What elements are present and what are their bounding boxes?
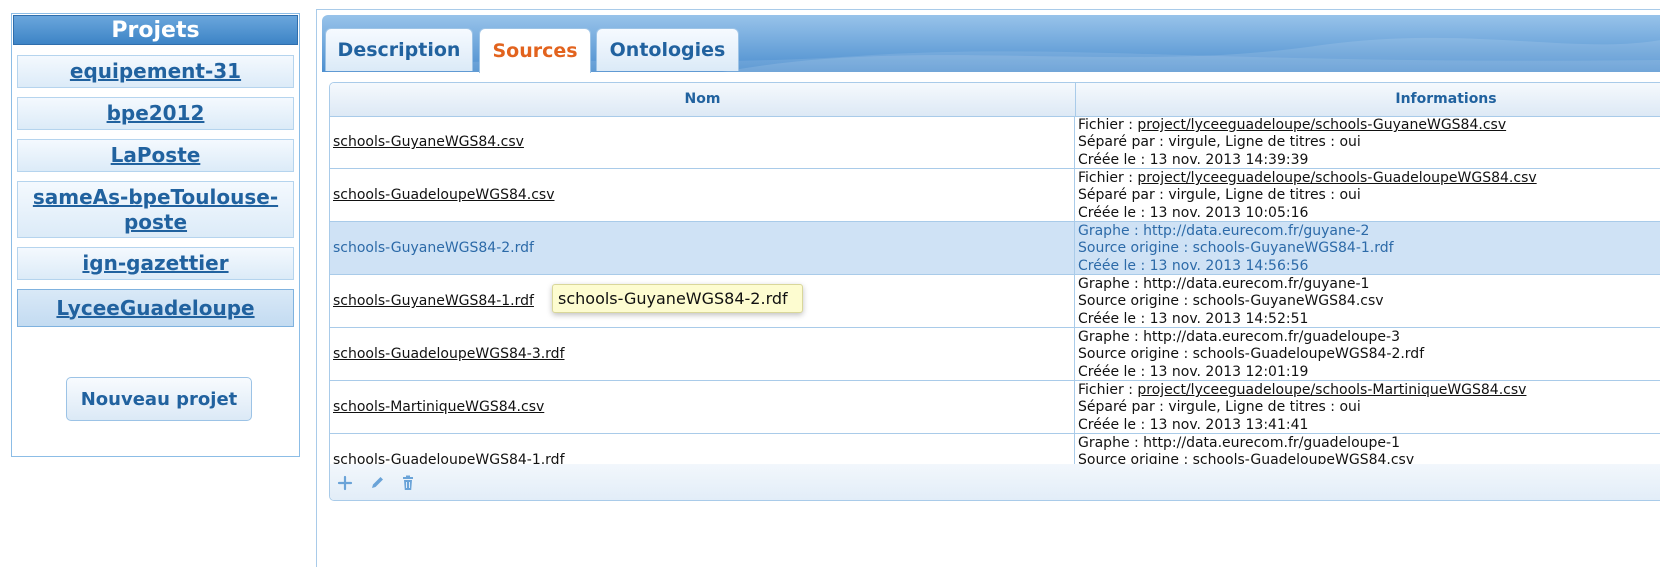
source-info-text: Créée le : 13 nov. 2013 14:52:51 <box>1078 310 1309 327</box>
source-name-link[interactable]: schools-GuyaneWGS84.csv <box>333 134 524 150</box>
source-name-cell: schools-GuyaneWGS84.csv <box>330 116 1075 168</box>
source-info-cell: Fichier : project/lyceeguadeloupe/school… <box>1076 170 1660 222</box>
source-info-text: Source origine : schools-GuyaneWGS84-1.r… <box>1078 240 1394 257</box>
source-info-cell: Fichier : project/lyceeguadeloupe/school… <box>1076 117 1660 169</box>
source-info-cell: Fichier : project/lyceeguadeloupe/school… <box>1076 382 1660 434</box>
column-header-nom[interactable]: Nom <box>330 83 1076 116</box>
sources-grid: Nom Informations schools-GuyaneWGS84.csv… <box>329 82 1660 501</box>
source-info-text: Créée le : 13 nov. 2013 10:05:16 <box>1078 204 1309 221</box>
source-info-line: Fichier : project/lyceeguadeloupe/school… <box>1078 170 1660 187</box>
tab-ontologies[interactable]: Ontologies <box>596 28 739 71</box>
project-item-sameas-bpetoulouse-poste[interactable]: sameAs-bpeToulouse-poste <box>17 181 294 238</box>
source-info-line: Source origine : schools-GuyaneWGS84-1.r… <box>1078 240 1660 257</box>
source-info-line: Séparé par : virgule, Ligne de titres : … <box>1078 399 1660 416</box>
tab-bar: Description Sources Ontologies <box>322 15 1660 73</box>
table-row[interactable]: schools-GuyaneWGS84.csv Fichier : project… <box>330 116 1660 169</box>
table-row[interactable]: schools-MartiniqueWGS84.csv Fichier : pro… <box>330 381 1660 434</box>
table-row[interactable]: schools-GuadeloupeWGS84-3.rdf Graphe : ht… <box>330 328 1660 381</box>
source-file-link[interactable]: project/lyceeguadeloupe/schools-GuyaneWG… <box>1137 117 1506 133</box>
source-name-link[interactable]: schools-GuadeloupeWGS84-3.rdf <box>333 346 565 362</box>
project-item-equipement-31[interactable]: equipement-31 <box>17 55 294 88</box>
source-info-text: Séparé par : virgule, Ligne de titres : … <box>1078 134 1361 151</box>
source-info-cell: Graphe : http://data.eurecom.fr/guyane-2… <box>1076 223 1660 275</box>
source-info-line: Créée le : 13 nov. 2013 14:56:56 <box>1078 258 1660 275</box>
source-info-text: Source origine : schools-GuadeloupeWGS84… <box>1078 346 1425 363</box>
source-name-cell: schools-GuadeloupeWGS84-3.rdf <box>330 328 1075 380</box>
tab-sources[interactable]: Sources <box>479 28 591 73</box>
project-item-laposte[interactable]: LaPoste <box>17 139 294 172</box>
main-panel: Description Sources Ontologies Nom Infor… <box>316 9 1660 567</box>
table-row[interactable]: schools-GuyaneWGS84-1.rdf Graphe : http:/… <box>330 275 1660 328</box>
source-file-link[interactable]: project/lyceeguadeloupe/schools-Guadelou… <box>1137 170 1536 186</box>
source-info-cell: Graphe : http://data.eurecom.fr/guyane-1… <box>1076 276 1660 328</box>
projects-panel: Projets equipement-31 bpe2012 LaPoste sa… <box>11 13 300 457</box>
source-file-link[interactable]: project/lyceeguadeloupe/schools-Martiniq… <box>1137 382 1526 398</box>
source-info-text: Graphe : http://data.eurecom.fr/guadelou… <box>1078 329 1400 345</box>
source-info-line: Fichier : project/lyceeguadeloupe/school… <box>1078 382 1660 399</box>
source-info-text: Fichier : <box>1078 382 1138 398</box>
column-header-informations[interactable]: Informations <box>1076 83 1660 116</box>
source-info-text: Créée le : 13 nov. 2013 14:39:39 <box>1078 151 1309 168</box>
source-name-link[interactable]: schools-GuyaneWGS84-1.rdf <box>333 293 534 309</box>
projects-header: Projets <box>13 15 298 45</box>
source-info-text: Créée le : 13 nov. 2013 14:56:56 <box>1078 257 1309 274</box>
source-info-line: Graphe : http://data.eurecom.fr/guyane-1 <box>1078 276 1660 293</box>
source-info-line: Séparé par : virgule, Ligne de titres : … <box>1078 187 1660 204</box>
source-info-line: Fichier : project/lyceeguadeloupe/school… <box>1078 117 1660 134</box>
source-info-text: Créée le : 13 nov. 2013 13:41:41 <box>1078 416 1309 433</box>
project-item-lyceeguadeloupe[interactable]: LyceeGuadeloupe <box>17 289 294 327</box>
source-name-link[interactable]: schools-GuyaneWGS84-2.rdf <box>333 240 534 256</box>
source-info-line: Créée le : 13 nov. 2013 12:01:19 <box>1078 364 1660 381</box>
source-info-line: Créée le : 13 nov. 2013 13:41:41 <box>1078 417 1660 434</box>
source-info-text: Graphe : http://data.eurecom.fr/guadelou… <box>1078 435 1400 451</box>
source-info-text: Graphe : http://data.eurecom.fr/guyane-1 <box>1078 276 1370 292</box>
source-info-text: Créée le : 13 nov. 2013 12:01:19 <box>1078 363 1309 380</box>
project-item-ign-gazettier[interactable]: ign-gazettier <box>17 247 294 280</box>
source-info-line: Source origine : schools-GuyaneWGS84.csv <box>1078 293 1660 310</box>
source-info-line: Graphe : http://data.eurecom.fr/guyane-2 <box>1078 223 1660 240</box>
grid-toolbar <box>330 464 1660 500</box>
source-name-link[interactable]: schools-MartiniqueWGS84.csv <box>333 399 544 415</box>
source-info-line: Source origine : schools-GuadeloupeWGS84… <box>1078 346 1660 363</box>
grid-header: Nom Informations <box>330 83 1660 117</box>
table-row[interactable]: schools-GuadeloupeWGS84.csv Fichier : pro… <box>330 169 1660 222</box>
source-info-line: Créée le : 13 nov. 2013 10:05:16 <box>1078 205 1660 222</box>
project-item-bpe2012[interactable]: bpe2012 <box>17 97 294 130</box>
source-info-text: Fichier : <box>1078 117 1138 133</box>
source-name-cell: schools-GuadeloupeWGS84.csv <box>330 169 1075 221</box>
source-info-text: Graphe : http://data.eurecom.fr/guyane-2 <box>1078 223 1370 239</box>
source-info-text: Source origine : schools-GuyaneWGS84.csv <box>1078 293 1384 310</box>
trash-icon[interactable] <box>399 474 417 492</box>
pencil-icon[interactable] <box>368 474 386 492</box>
source-info-cell: Graphe : http://data.eurecom.fr/guadelou… <box>1076 329 1660 381</box>
row-tooltip: schools-GuyaneWGS84-2.rdf <box>552 284 803 313</box>
source-info-text: Fichier : <box>1078 170 1138 186</box>
source-info-line: Graphe : http://data.eurecom.fr/guadelou… <box>1078 435 1660 452</box>
plus-icon[interactable] <box>336 474 354 492</box>
tab-description[interactable]: Description <box>325 28 473 71</box>
source-name-cell: schools-GuyaneWGS84-2.rdf <box>330 222 1075 274</box>
source-info-line: Créée le : 13 nov. 2013 14:39:39 <box>1078 152 1660 169</box>
source-info-line: Séparé par : virgule, Ligne de titres : … <box>1078 134 1660 151</box>
source-info-line: Créée le : 13 nov. 2013 14:52:51 <box>1078 311 1660 328</box>
source-name-cell: schools-MartiniqueWGS84.csv <box>330 381 1075 433</box>
source-info-line: Graphe : http://data.eurecom.fr/guadelou… <box>1078 329 1660 346</box>
source-name-link[interactable]: schools-GuadeloupeWGS84.csv <box>333 187 555 203</box>
table-row[interactable]: schools-GuyaneWGS84-2.rdf Graphe : http:/… <box>330 222 1660 275</box>
new-project-button[interactable]: Nouveau projet <box>66 377 252 421</box>
source-info-text: Séparé par : virgule, Ligne de titres : … <box>1078 399 1361 416</box>
source-info-text: Séparé par : virgule, Ligne de titres : … <box>1078 187 1361 204</box>
